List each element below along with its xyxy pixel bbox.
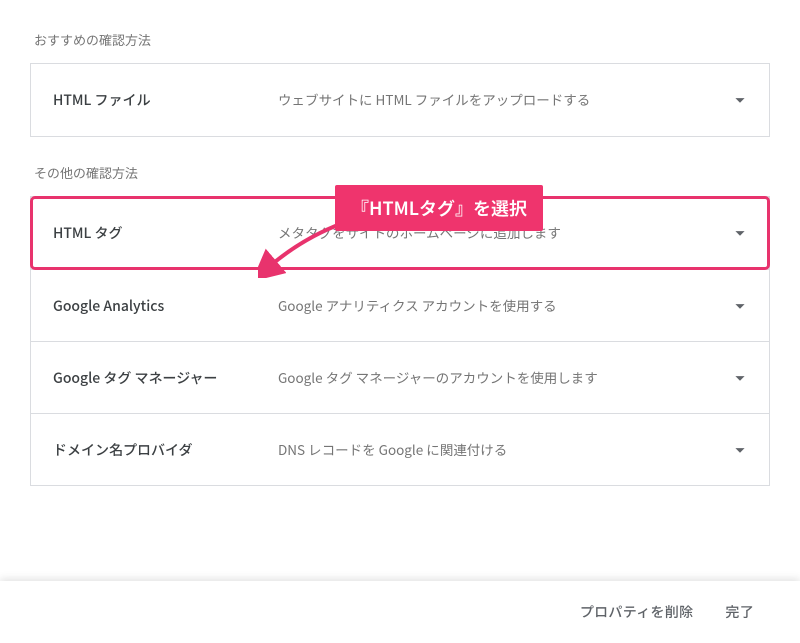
chevron-down-icon — [729, 222, 751, 244]
method-domain-provider[interactable]: ドメイン名プロバイダ DNS レコードを Google に関連付ける — [31, 413, 769, 485]
method-google-tag-manager[interactable]: Google タグ マネージャー Google タグ マネージャーのアカウントを… — [31, 341, 769, 413]
method-title: Google Analytics — [53, 296, 278, 316]
annotation-callout: 『HTMLタグ』を選択 — [335, 185, 543, 231]
method-desc: DNS レコードを Google に関連付ける — [278, 439, 729, 461]
other-method-list: HTML タグ メタタグをサイトのホームページに追加します Google Ana… — [30, 196, 770, 486]
method-html-file[interactable]: HTML ファイル ウェブサイトに HTML ファイルをアップロードする — [31, 64, 769, 136]
chevron-down-icon — [729, 367, 751, 389]
done-button[interactable]: 完了 — [709, 592, 770, 632]
method-title: HTML タグ — [53, 223, 278, 243]
method-desc: ウェブサイトに HTML ファイルをアップロードする — [278, 89, 729, 111]
chevron-down-icon — [729, 295, 751, 317]
other-section-label: その他の確認方法 — [34, 163, 770, 182]
recommended-method-list: HTML ファイル ウェブサイトに HTML ファイルをアップロードする — [30, 63, 770, 137]
method-title: Google タグ マネージャー — [53, 368, 278, 388]
delete-property-button[interactable]: プロパティを削除 — [564, 592, 710, 632]
recommended-section-label: おすすめの確認方法 — [34, 30, 770, 49]
method-title: ドメイン名プロバイダ — [53, 440, 278, 460]
method-desc: Google タグ マネージャーのアカウントを使用します — [278, 367, 729, 389]
chevron-down-icon — [729, 439, 751, 461]
method-google-analytics[interactable]: Google Analytics Google アナリティクス アカウントを使用… — [31, 269, 769, 341]
callout-text: 『HTMLタグ』を選択 — [335, 185, 543, 231]
method-desc: Google アナリティクス アカウントを使用する — [278, 295, 729, 317]
method-title: HTML ファイル — [53, 90, 278, 110]
chevron-down-icon — [729, 89, 751, 111]
dialog-footer: プロパティを削除 完了 — [0, 581, 800, 643]
